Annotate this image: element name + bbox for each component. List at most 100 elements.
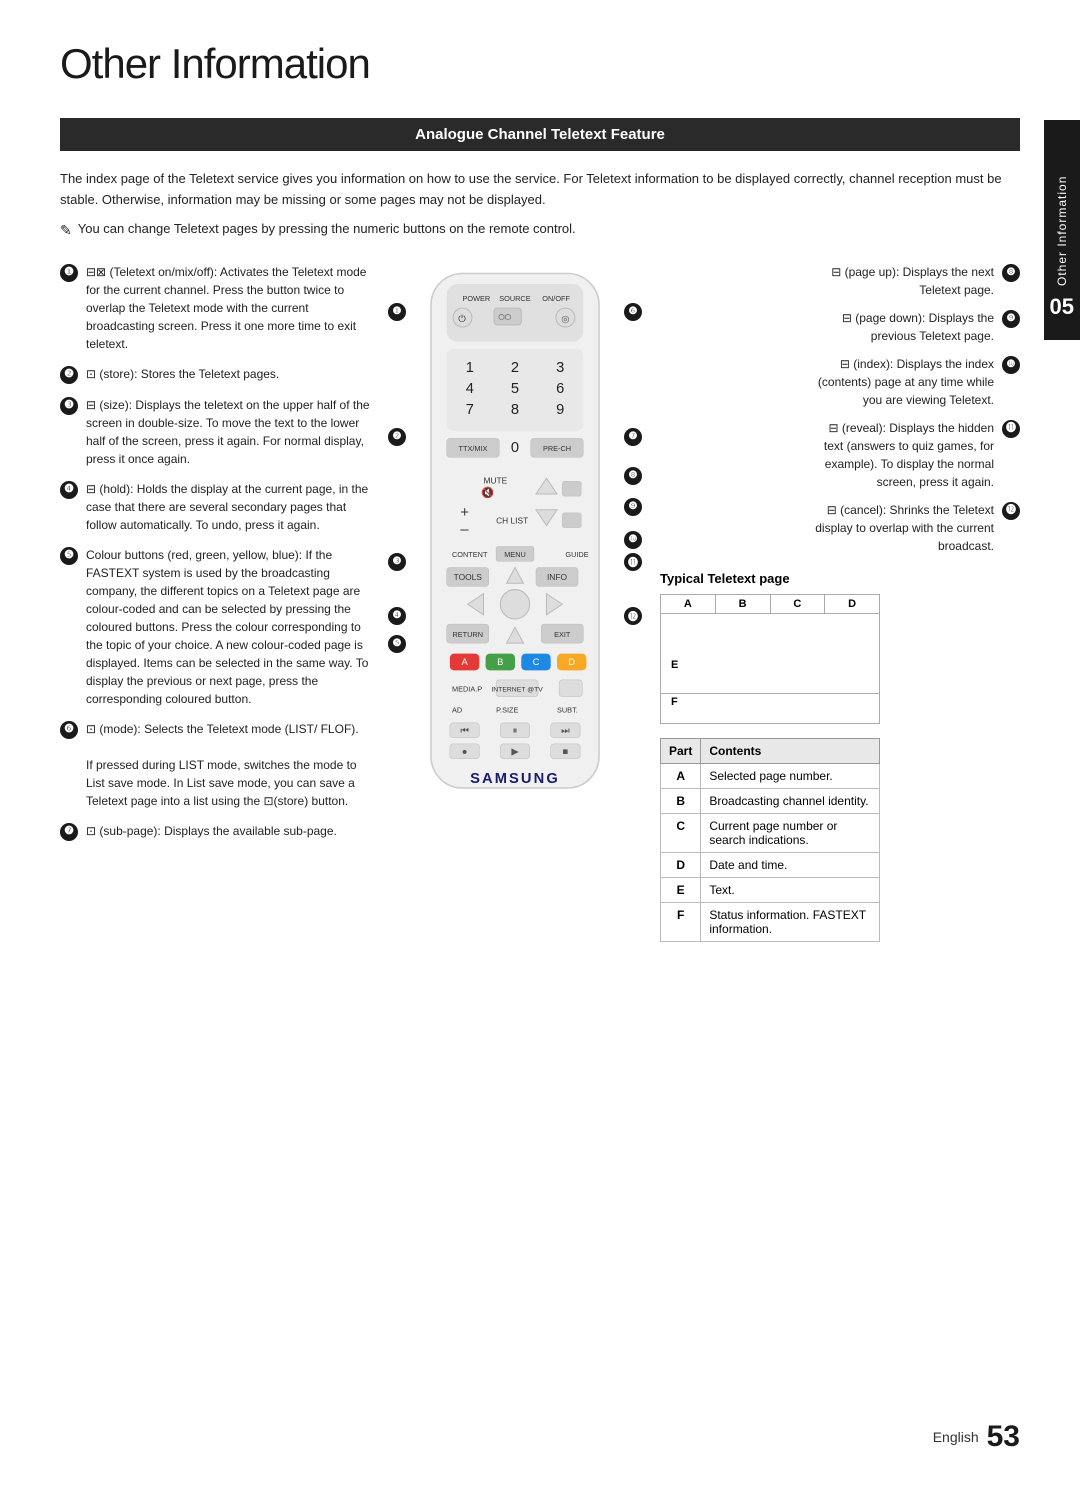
callout-4: ❹ [388, 607, 406, 625]
svg-text:B: B [497, 657, 503, 668]
callout-5: ❺ [388, 635, 406, 653]
svg-text:SUBT.: SUBT. [557, 705, 578, 714]
left-column: ❶ ⊟⊠ (Teletext on/mix/off): Activates th… [60, 263, 370, 942]
callout-8: ❽ [624, 467, 642, 485]
remote-wrapper: POWER SOURCE ON/OFF ⏻ ⬡⬡ ◎ [410, 263, 620, 814]
svg-text:⏸: ⏸ [513, 725, 518, 736]
right-item-12: ⊟ (cancel): Shrinks the Teletextdisplay … [660, 501, 1020, 555]
svg-text:🔇: 🔇 [481, 486, 494, 499]
table-row-b: B Broadcasting channel identity. [661, 788, 880, 813]
svg-text:INFO: INFO [547, 572, 567, 582]
svg-text:CH LIST: CH LIST [496, 515, 528, 525]
right-item-num-12: ⓬ [1002, 502, 1020, 520]
table-part-c: C [661, 813, 701, 852]
svg-text:⏻: ⏻ [458, 313, 465, 324]
item-icon-4: ⊟ [86, 482, 96, 496]
page-title: Other Information [60, 40, 1020, 88]
item-icon-10: ⊟ [840, 357, 850, 371]
footer: English 53 [933, 1420, 1020, 1454]
svg-text:8: 8 [511, 402, 519, 418]
svg-text:7: 7 [466, 402, 474, 418]
section-header: Analogue Channel Teletext Feature [60, 118, 1020, 151]
table-part-b: B [661, 788, 701, 813]
item-content-4: ⊟ (hold): Holds the display at the curre… [86, 480, 370, 534]
svg-text:ON/OFF: ON/OFF [542, 293, 570, 302]
left-item-1: ❶ ⊟⊠ (Teletext on/mix/off): Activates th… [60, 263, 370, 353]
svg-text:EXIT: EXIT [554, 629, 571, 638]
left-item-6: ❻ ⊡ (mode): Selects the Teletext mode (L… [60, 720, 370, 810]
item-number-2: ❷ [60, 366, 78, 384]
svg-text:A: A [461, 657, 468, 668]
table-row-f: F Status information. FASTEXT informatio… [661, 902, 880, 941]
table-contents-a: Selected page number. [701, 763, 880, 788]
svg-text:◎: ◎ [561, 313, 569, 324]
svg-text:MUTE: MUTE [484, 475, 508, 485]
svg-text:2: 2 [511, 360, 519, 376]
item-icon-8: ⊟ [831, 265, 841, 279]
item-icon-7: ⊡ [86, 824, 96, 838]
svg-text:POWER: POWER [463, 293, 491, 302]
item-number-4: ❹ [60, 481, 78, 499]
callout-2: ❷ [388, 428, 406, 446]
svg-text:CONTENT: CONTENT [452, 550, 488, 559]
table-row-e: E Text. [661, 877, 880, 902]
item-number-1: ❶ [60, 264, 78, 282]
item-content-5: Colour buttons (red, green, yellow, blue… [86, 546, 370, 708]
callout-7: ❼ [624, 428, 642, 446]
right-item-num-9: ❾ [1002, 310, 1020, 328]
item-content-1: ⊟⊠ (Teletext on/mix/off): Activates the … [86, 263, 370, 353]
right-items: ⊟ (page up): Displays the nextTeletext p… [660, 263, 1020, 555]
svg-text:PRE-CH: PRE-CH [543, 444, 571, 453]
table-contents-f: Status information. FASTEXT information. [701, 902, 880, 941]
item-icon-3: ⊟ [86, 398, 96, 412]
svg-text:MENU: MENU [504, 550, 526, 559]
svg-text:GUIDE: GUIDE [565, 550, 588, 559]
svg-text:SOURCE: SOURCE [499, 293, 530, 302]
table-contents-d: Date and time. [701, 852, 880, 877]
table-row-a: A Selected page number. [661, 763, 880, 788]
callout-3: ❸ [388, 553, 406, 571]
table-contents-b: Broadcasting channel identity. [701, 788, 880, 813]
svg-text:AD: AD [452, 705, 462, 714]
table-part-a: A [661, 763, 701, 788]
svg-text:P.SIZE: P.SIZE [496, 705, 518, 714]
item-content-2: ⊡ (store): Stores the Teletext pages. [86, 365, 370, 384]
svg-text:D: D [568, 657, 575, 668]
item-icon-12: ⊟ [827, 503, 837, 517]
callout-12: ⓬ [624, 607, 642, 625]
intro-paragraph: The index page of the Teletext service g… [60, 169, 1020, 211]
svg-text:■: ■ [563, 746, 569, 757]
item-icon-9: ⊟ [842, 311, 852, 325]
svg-text:⬡⬡: ⬡⬡ [498, 312, 511, 321]
note-text: ✎ You can change Teletext pages by press… [60, 221, 1020, 239]
right-item-8: ⊟ (page up): Displays the nextTeletext p… [660, 263, 1020, 299]
teletext-col-d: D [825, 595, 879, 613]
table-part-e: E [661, 877, 701, 902]
teletext-col-c: C [771, 595, 826, 613]
remote-svg: POWER SOURCE ON/OFF ⏻ ⬡⬡ ◎ [410, 263, 620, 809]
callout-11: ⓫ [624, 553, 642, 571]
table-part-f: F [661, 902, 701, 941]
callout-1: ❶ [388, 303, 406, 321]
svg-text:+: + [460, 505, 469, 521]
left-item-2: ❷ ⊡ (store): Stores the Teletext pages. [60, 365, 370, 384]
note-content: You can change Teletext pages by pressin… [78, 221, 576, 236]
svg-text:TOOLS: TOOLS [454, 572, 483, 582]
item-number-5: ❺ [60, 547, 78, 565]
svg-text:●: ● [462, 746, 468, 757]
svg-text:RETURN: RETURN [452, 629, 483, 638]
svg-text:9: 9 [556, 402, 564, 418]
side-tab-number: 05 [1050, 294, 1074, 320]
right-item-num-11: ⓫ [1002, 420, 1020, 438]
item-content-7: ⊡ (sub-page): Displays the available sub… [86, 822, 370, 841]
svg-text:MEDIA.P: MEDIA.P [452, 684, 482, 693]
teletext-section: Typical Teletext page A B C D E F [660, 571, 1020, 942]
right-item-10: ⊟ (index): Displays the index(contents) … [660, 355, 1020, 409]
svg-text:C: C [533, 657, 540, 668]
svg-text:–: – [460, 521, 469, 537]
footer-label: English [933, 1429, 979, 1445]
table-header-part: Part [661, 738, 701, 763]
svg-text:⏮: ⏮ [460, 725, 469, 736]
svg-text:1: 1 [466, 360, 474, 376]
right-item-9: ⊟ (page down): Displays theprevious Tele… [660, 309, 1020, 345]
